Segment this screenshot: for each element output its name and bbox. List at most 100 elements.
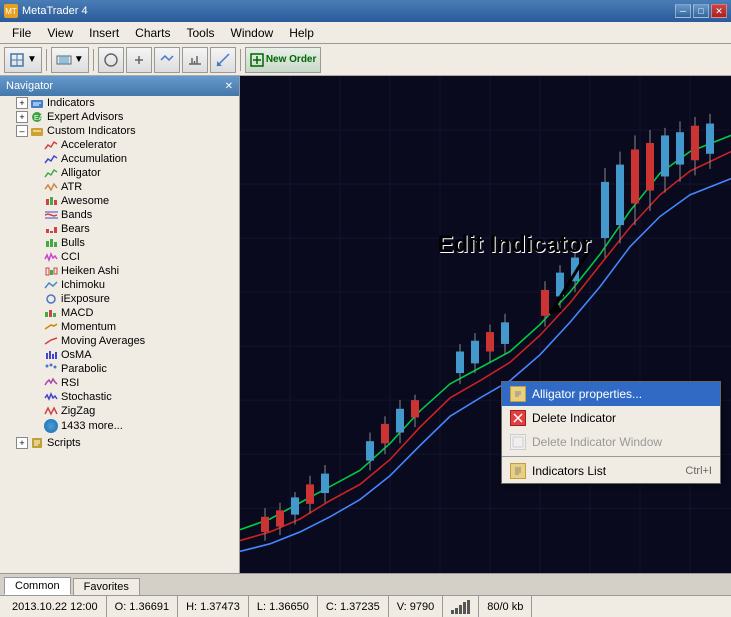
indicator-label-13: Momentum xyxy=(61,321,116,333)
status-extra: 80/0 kb xyxy=(479,596,532,617)
scripts-label: Scripts xyxy=(47,437,81,449)
tree-item-momentum[interactable]: Momentum xyxy=(0,320,239,334)
menu-tools[interactable]: Tools xyxy=(179,24,223,42)
toolbar-btn-4[interactable] xyxy=(126,47,152,73)
expand-icon-scripts: + xyxy=(16,437,28,449)
title-bar-controls[interactable]: ─ □ ✕ xyxy=(675,4,727,18)
toolbar-btn-2[interactable]: ▼ xyxy=(51,47,89,73)
minimize-button[interactable]: ─ xyxy=(675,4,691,18)
ctx-alligator-props[interactable]: Alligator properties... xyxy=(502,382,720,406)
tab-common[interactable]: Common xyxy=(4,577,71,595)
tree-custom-indicators[interactable]: – Custom Indicators xyxy=(0,124,239,138)
ctx-indicators-list[interactable]: Indicators List Ctrl+I xyxy=(502,459,720,483)
tree-item-moving-averages[interactable]: Moving Averages xyxy=(0,334,239,348)
svg-text:EA: EA xyxy=(34,115,44,122)
tree-scripts[interactable]: + Scripts xyxy=(0,436,239,450)
status-volume: V: 9790 xyxy=(389,596,444,617)
tree-item-stochastic[interactable]: Stochastic xyxy=(0,390,239,404)
maximize-button[interactable]: □ xyxy=(693,4,709,18)
indicator-label-4: Awesome xyxy=(61,195,109,207)
tree-item-zigzag[interactable]: ZigZag xyxy=(0,404,239,418)
tree-item-accumulation[interactable]: Accumulation xyxy=(0,152,239,166)
menu-view[interactable]: View xyxy=(39,24,81,42)
indicator-label-15: OsMA xyxy=(61,349,92,361)
tree-item-accelerator[interactable]: Accelerator xyxy=(0,138,239,152)
indicator-label-8: CCI xyxy=(61,251,80,263)
navigator-panel: Navigator ✕ + Indicators + EA Expert Adv… xyxy=(0,76,240,573)
new-order-button[interactable]: New Order xyxy=(245,47,322,73)
toolbar-sep-3 xyxy=(240,49,241,71)
ctx-delete-window-label: Delete Indicator Window xyxy=(532,435,662,449)
indicator-label-19: ZigZag xyxy=(61,405,95,417)
tree-item-bands[interactable]: Bands xyxy=(0,208,239,222)
tab-bar: Common Favorites xyxy=(0,573,731,595)
indicator-label-6: Bears xyxy=(61,223,90,235)
tree-item-more[interactable]: 1433 more... xyxy=(0,418,239,434)
list-icon xyxy=(510,463,526,479)
tree-item-alligator[interactable]: Alligator xyxy=(0,166,239,180)
tree-item-bulls[interactable]: Bulls xyxy=(0,236,239,250)
tree-item-bears[interactable]: Bears xyxy=(0,222,239,236)
status-datetime: 2013.10.22 12:00 xyxy=(4,596,107,617)
indicator-label-3: ATR xyxy=(61,181,82,193)
app-icon: MT xyxy=(4,4,18,18)
edit-indicator-label: Edit Indicator xyxy=(438,231,591,259)
indicator-label-0: Accelerator xyxy=(61,139,117,151)
indicator-label-17: RSI xyxy=(61,377,79,389)
indicator-label-2: Alligator xyxy=(61,167,101,179)
indicators-label: Indicators xyxy=(47,97,95,109)
globe-icon xyxy=(44,419,58,433)
ctx-alligator-props-label: Alligator properties... xyxy=(532,387,642,401)
menu-file[interactable]: File xyxy=(4,24,39,42)
title-bar: MT MetaTrader 4 ─ □ ✕ xyxy=(0,0,731,22)
status-open: O: 1.36691 xyxy=(107,596,178,617)
tree-item-heiken-ashi[interactable]: Heiken Ashi xyxy=(0,264,239,278)
new-order-label: New Order xyxy=(266,54,317,65)
toolbar-btn-7[interactable] xyxy=(210,47,236,73)
menu-window[interactable]: Window xyxy=(223,24,282,42)
title-bar-text: MetaTrader 4 xyxy=(22,5,88,17)
ctx-separator xyxy=(502,456,720,457)
status-close: C: 1.37235 xyxy=(318,596,389,617)
menu-help[interactable]: Help xyxy=(281,24,322,42)
status-vol-icon xyxy=(443,596,479,617)
main-area: Navigator ✕ + Indicators + EA Expert Adv… xyxy=(0,76,731,573)
toolbar-btn-5[interactable] xyxy=(154,47,180,73)
indicator-label-5: Bands xyxy=(61,209,92,221)
chart-area[interactable]: Edit Indicator Alligator properties... D… xyxy=(240,76,731,573)
toolbar: ▼ ▼ New Order xyxy=(0,44,731,76)
toolbar-btn-6[interactable] xyxy=(182,47,208,73)
more-items-label: 1433 more... xyxy=(61,420,123,432)
menu-insert[interactable]: Insert xyxy=(81,24,127,42)
ctx-delete-indicator-label: Delete Indicator xyxy=(532,411,616,425)
tree-item-atr[interactable]: ATR xyxy=(0,180,239,194)
props-icon xyxy=(510,386,526,402)
tree-item-osma[interactable]: OsMA xyxy=(0,348,239,362)
menu-bar: File View Insert Charts Tools Window Hel… xyxy=(0,22,731,44)
status-low: L: 1.36650 xyxy=(249,596,318,617)
tree-item-rsi[interactable]: RSI xyxy=(0,376,239,390)
tree-item-macd[interactable]: MACD xyxy=(0,306,239,320)
custom-indicators-label: Custom Indicators xyxy=(47,125,136,137)
chart-svg xyxy=(240,76,731,573)
ctx-delete-indicator[interactable]: Delete Indicator xyxy=(502,406,720,430)
tree-item-ichimoku[interactable]: Ichimoku xyxy=(0,278,239,292)
tree-item-iexposure[interactable]: iExposure xyxy=(0,292,239,306)
tree-item-parabolic[interactable]: Parabolic xyxy=(0,362,239,376)
tree-item-cci[interactable]: CCI xyxy=(0,250,239,264)
tree-expert-advisors[interactable]: + EA Expert Advisors xyxy=(0,110,239,124)
close-button[interactable]: ✕ xyxy=(711,4,727,18)
expand-icon: + xyxy=(16,97,28,109)
toolbar-btn-3[interactable] xyxy=(98,47,124,73)
expert-advisors-label: Expert Advisors xyxy=(47,111,123,123)
tab-favorites[interactable]: Favorites xyxy=(73,578,140,595)
status-bar: 2013.10.22 12:00 O: 1.36691 H: 1.37473 L… xyxy=(0,595,731,617)
menu-charts[interactable]: Charts xyxy=(127,24,178,42)
toolbar-btn-1[interactable]: ▼ xyxy=(4,47,42,73)
indicator-label-16: Parabolic xyxy=(61,363,107,375)
tree-item-awesome[interactable]: Awesome xyxy=(0,194,239,208)
tree-indicators[interactable]: + Indicators xyxy=(0,96,239,110)
ctx-delete-indicator-window: Delete Indicator Window xyxy=(502,430,720,454)
navigator-close-button[interactable]: ✕ xyxy=(225,81,233,92)
indicator-label-9: Heiken Ashi xyxy=(61,265,119,277)
